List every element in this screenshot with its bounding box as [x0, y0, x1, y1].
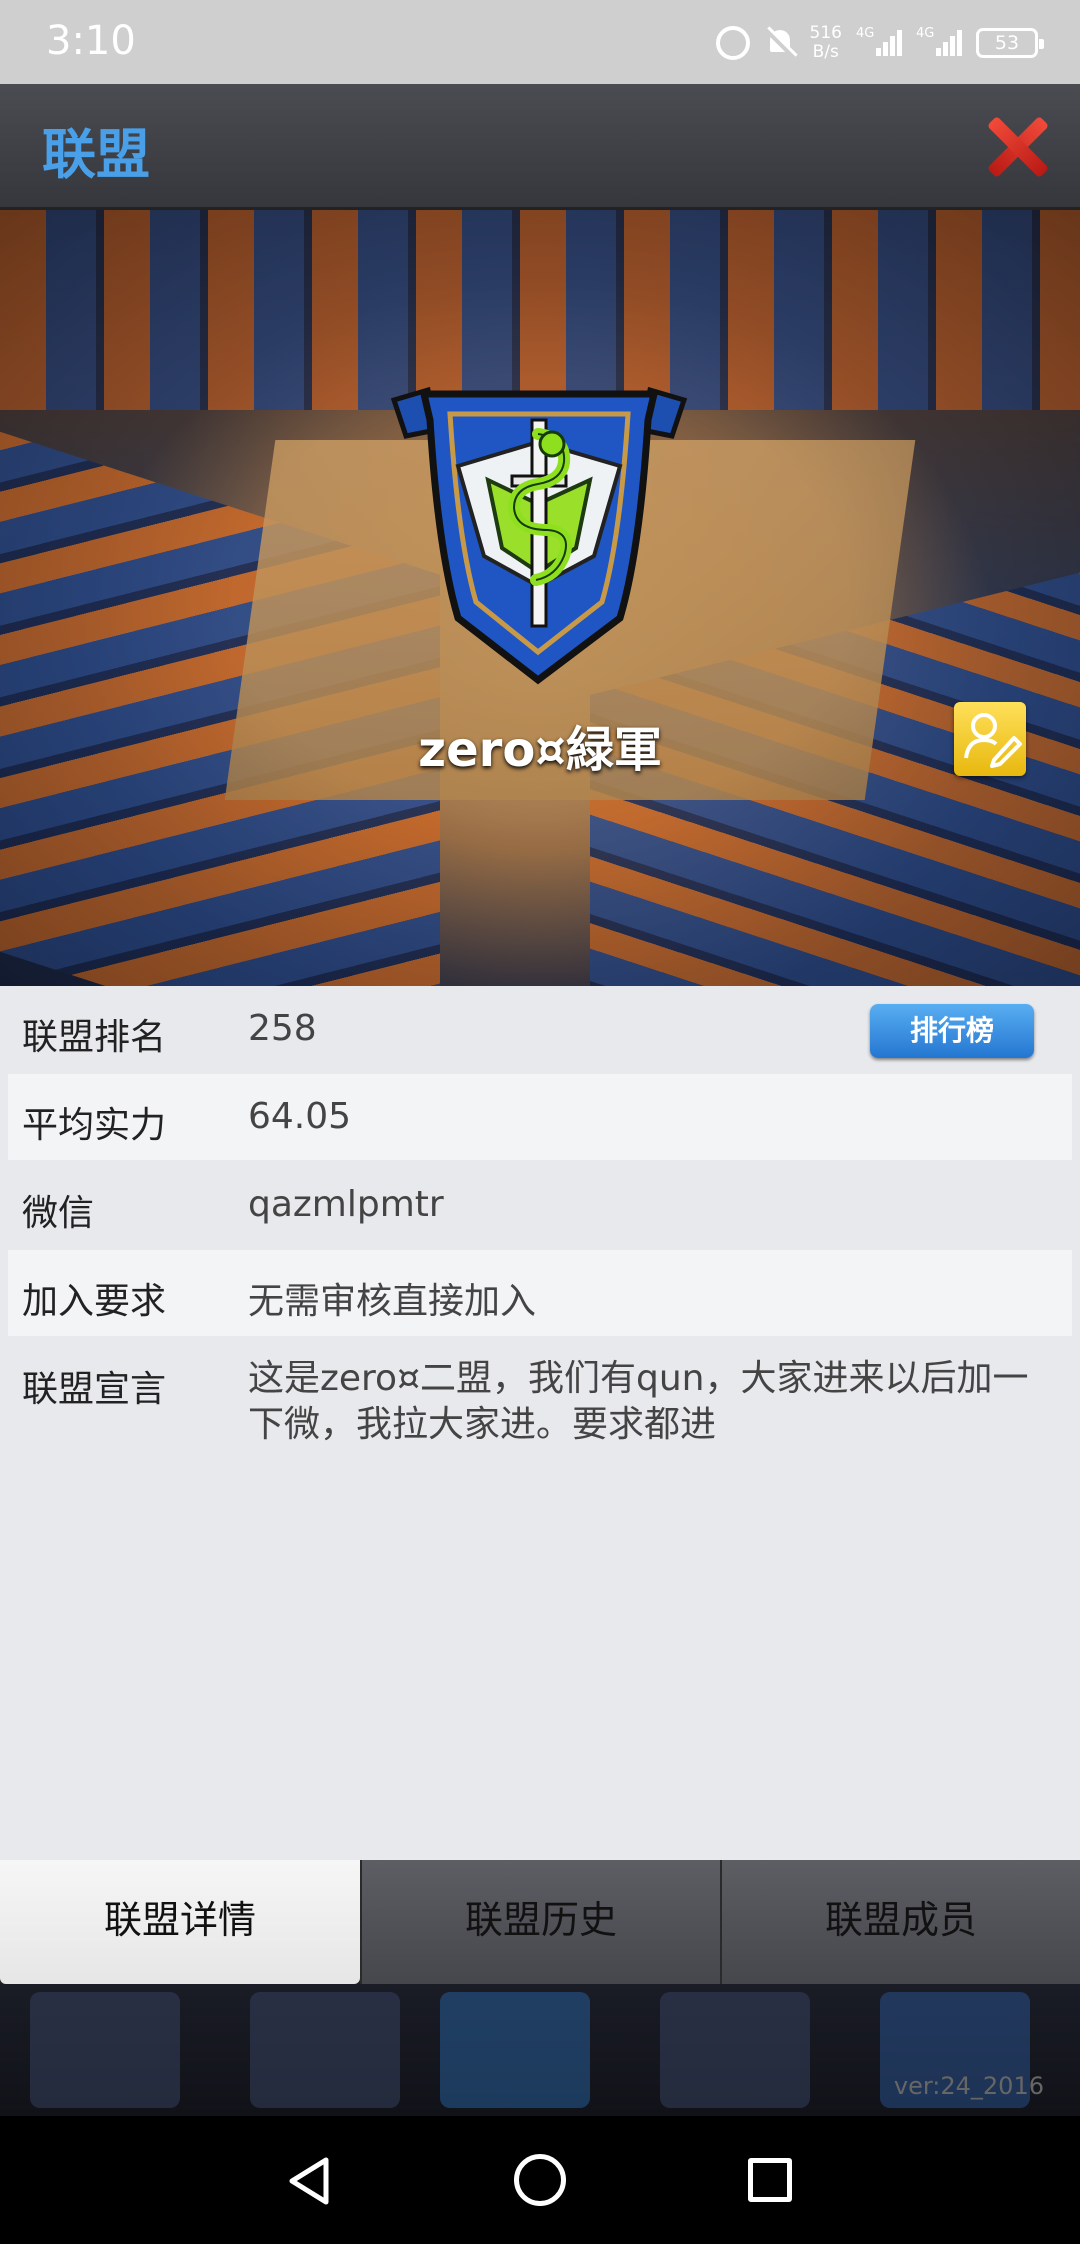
- info-row-rank: 联盟排名 258 排行榜: [8, 986, 1072, 1072]
- info-row-join-requirement: 加入要求 无需审核直接加入: [8, 1250, 1072, 1336]
- page-title: 联盟: [42, 123, 150, 186]
- status-bar: 3:10 516 B/s 4G 4G 53: [0, 0, 1080, 84]
- avg-power-label: 平均实力: [22, 1105, 167, 1146]
- back-icon[interactable]: [286, 2156, 332, 2206]
- network-speed: 516 B/s: [809, 23, 842, 62]
- recent-apps-icon[interactable]: [748, 2158, 792, 2202]
- home-icon[interactable]: [514, 2154, 566, 2206]
- system-nav-bar: [0, 2116, 1080, 2244]
- tab-alliance-members[interactable]: 联盟成员: [720, 1860, 1080, 1984]
- notification-muted-icon: [764, 26, 796, 60]
- signal-sim2-icon: 4G: [916, 26, 962, 56]
- join-requirement-label: 加入要求: [22, 1281, 167, 1322]
- alarm-icon: [715, 26, 750, 60]
- manifesto-value: 这是zero¤二盟，我们有qun，大家进来以后加一下微，我拉大家进。要求都进: [248, 1358, 1029, 1445]
- tab-bar: 联盟详情 联盟历史 联盟成员: [0, 1860, 1080, 1984]
- alliance-emblem-icon: [390, 386, 688, 685]
- menu-tile-icon: [660, 1992, 810, 2108]
- edit-profile-icon[interactable]: [954, 702, 1026, 776]
- avg-power-value: 64.05: [248, 1096, 352, 1137]
- status-time: 3:10: [46, 18, 136, 64]
- app-header: 联盟: [0, 84, 1080, 210]
- join-requirement-value: 无需审核直接加入: [248, 1281, 537, 1322]
- menu-tile-icon: [440, 1992, 590, 2108]
- rank-value: 258: [248, 1008, 317, 1049]
- info-row-manifesto: 联盟宣言 这是zero¤二盟，我们有qun，大家进来以后加一下微，我拉大家进。要…: [8, 1338, 1072, 1478]
- signal-sim1-icon: 4G: [856, 26, 902, 56]
- alliance-name: zero¤緑軍: [418, 722, 662, 778]
- info-row-wechat: 微信 qazmlpmtr: [8, 1162, 1072, 1248]
- status-icons: 516 B/s 4G 4G 53: [715, 18, 1044, 68]
- menu-tile-icon: [30, 1992, 180, 2108]
- version-label: ver:24_2016: [893, 2072, 1044, 2100]
- alliance-banner: zero¤緑軍: [0, 210, 1080, 986]
- wechat-label: 微信: [22, 1193, 95, 1234]
- battery-icon: 53: [976, 28, 1044, 58]
- tab-alliance-history[interactable]: 联盟历史: [360, 1860, 720, 1984]
- leaderboard-button[interactable]: 排行榜: [870, 1004, 1034, 1058]
- info-row-avg-power: 平均实力 64.05: [8, 1074, 1072, 1160]
- alliance-info: 联盟排名 258 排行榜 平均实力 64.05 微信 qazmlpmtr 加入要…: [0, 986, 1080, 1860]
- tab-alliance-details[interactable]: 联盟详情: [0, 1860, 360, 1984]
- manifesto-label: 联盟宣言: [22, 1369, 167, 1410]
- close-icon[interactable]: [984, 114, 1050, 180]
- rank-label: 联盟排名: [22, 1017, 167, 1058]
- background-game-menu: ver:24_2016: [0, 1984, 1080, 2116]
- wechat-value: qazmlpmtr: [248, 1184, 444, 1225]
- menu-tile-icon: [250, 1992, 400, 2108]
